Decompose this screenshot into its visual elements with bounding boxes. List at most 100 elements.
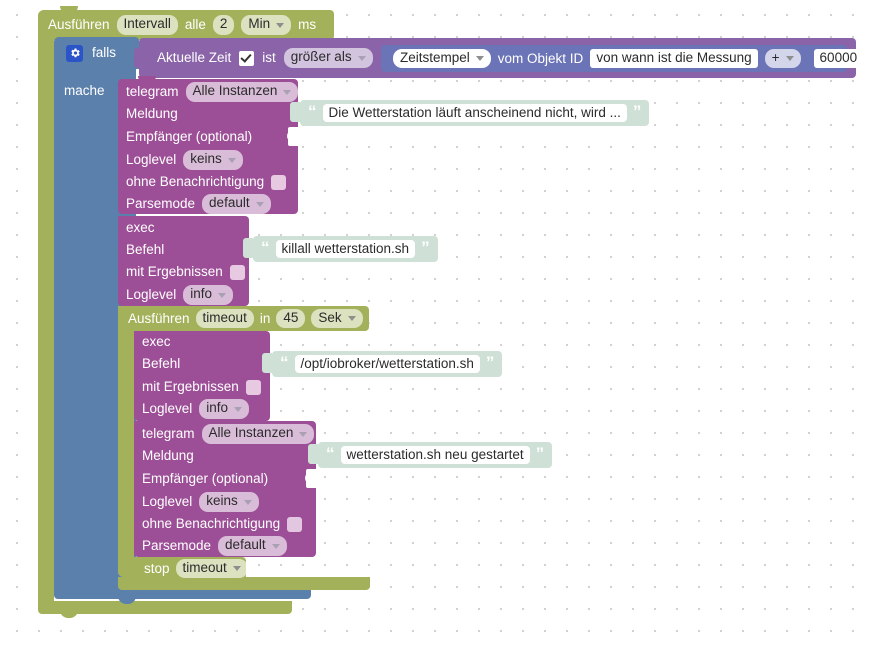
exec-2-loglevel-row[interactable]: Loglevel info [142,399,250,419]
telegram-2-message-row: Meldung [142,447,194,465]
of-object-label: vom Objekt ID [497,50,584,66]
schedule-block-header[interactable]: Ausführen Intervall alle 2 Min ms [38,10,334,40]
timeout-block-header[interactable]: Ausführen timeout in 45 Sek ms [118,306,387,331]
if-block-header[interactable]: falls [54,37,139,69]
exec-1-loglevel-dropdown[interactable]: info [183,285,234,305]
comparison-operator-dropdown[interactable]: größer als [283,48,373,68]
telegram-1-recipient-socket[interactable] [287,127,299,146]
timeout-value-field[interactable]: 45 [276,308,306,329]
close-quote-icon: ” [632,101,642,121]
exec-1-command-label: Befehl [126,242,165,257]
timeout-value: 45 [283,309,299,325]
telegram-1-loglevel-value: keins [190,151,222,167]
chevron-down-icon [283,89,292,95]
close-quote-icon: ” [485,352,495,372]
telegram-2-parsemode-row[interactable]: Parsemode default [142,536,287,556]
exec-2-command-value: /opt/iobroker/wetterstation.sh [294,355,480,373]
telegram-2-loglevel-dropdown[interactable]: keins [199,492,259,512]
open-quote-icon: “ [326,443,335,463]
timestamp-kind-dropdown[interactable]: Zeitstempel [393,48,491,69]
exec-1-command-string[interactable]: “ killall wetterstation.sh ” [253,236,438,262]
timestamp-arith-block[interactable]: Zeitstempel vom Objekt ID von wann ist d… [381,45,864,72]
telegram-1-silent-label: ohne Benachrichtigung [126,174,265,190]
telegram-2-loglevel-row[interactable]: Loglevel keins [142,492,259,512]
telegram-2-silent-row[interactable]: ohne Benachrichtigung [142,515,303,533]
stop-timeout-block[interactable]: stop timeout [134,557,248,580]
telegram-2-message-label: Meldung [142,448,194,463]
schedule-unit-suffix: ms [298,17,317,33]
schedule-value-field[interactable]: 2 [212,15,235,35]
arith-operator-dropdown[interactable]: + [764,48,801,69]
comparison-operator-value: größer als [290,49,352,65]
exec-1-results-row[interactable]: mit Ergebnissen [126,263,245,281]
telegram-2-recipient-socket[interactable] [305,469,317,488]
telegram-2-parsemode-dropdown[interactable]: default [218,536,287,556]
telegram-1-message-value: Die Wetterstation läuft anscheinend nich… [322,104,627,122]
exec-2-command-label: Befehl [142,356,181,371]
blockly-workspace[interactable]: Ausführen Intervall alle 2 Min ms falls … [0,0,874,647]
exec-2-loglevel-dropdown[interactable]: info [199,399,250,419]
timeout-type-field[interactable]: timeout [195,308,254,329]
exec-2-results-row[interactable]: mit Ergebnissen [142,378,261,396]
telegram-2-message-value: wetterstation.sh neu gestartet [340,446,530,464]
telegram-1-parsemode-row[interactable]: Parsemode default [126,194,271,214]
stop-label: stop [144,560,170,576]
telegram-1-silent-row[interactable]: ohne Benachrichtigung [126,173,287,191]
timestamp-kind-value: Zeitstempel [400,49,470,65]
telegram-2-title-row[interactable]: telegram Alle Instanzen [142,424,315,444]
telegram-1-title-row[interactable]: telegram Alle Instanzen [126,82,299,102]
timeout-block-body[interactable] [118,306,134,577]
telegram-1-message-string[interactable]: “ Die Wetterstation läuft anscheinend ni… [300,100,650,126]
arith-operator-value: + [771,49,780,65]
condition-left-socket [134,48,144,68]
chevron-down-icon [234,406,243,412]
condition-checkbox[interactable] [239,50,255,66]
telegram-2-silent-checkbox[interactable] [287,516,303,532]
exec-2-command-socket [262,353,272,373]
telegram-1-message-row: Meldung [126,105,178,123]
arith-operand-field[interactable]: 60000 [813,48,864,69]
exec-1-title-row: exec [126,219,155,237]
exec-2-results-checkbox[interactable] [245,379,261,395]
exec-1-results-label: mit Ergebnissen [126,264,223,280]
exec-1-results-checkbox[interactable] [229,264,245,280]
telegram-1-loglevel-dropdown[interactable]: keins [183,150,243,170]
telegram-1-loglevel-label: Loglevel [126,152,177,168]
open-quote-icon: “ [280,352,289,372]
open-quote-icon: “ [308,101,317,121]
chevron-down-icon [299,431,308,437]
object-id-field[interactable]: von wann ist die Messung [590,48,758,69]
exec-1-command-row: Befehl [126,241,164,259]
telegram-1-recipient-row: Empfänger (optional) [126,128,252,146]
schedule-type-field[interactable]: Intervall [116,15,178,35]
exec-1-loglevel-value: info [190,286,213,302]
telegram-2-instance-dropdown[interactable]: Alle Instanzen [201,424,315,444]
stop-target-dropdown[interactable]: timeout [175,558,248,579]
telegram-1-message-socket [290,102,300,122]
schedule-value: 2 [219,16,228,32]
schedule-block-body[interactable] [38,10,54,614]
telegram-1-parsemode-dropdown[interactable]: default [202,194,271,214]
telegram-1-silent-checkbox[interactable] [271,174,287,190]
chevron-down-icon [785,56,794,61]
chevron-down-icon [227,157,236,163]
telegram-2-parsemode-label: Parsemode [142,538,212,554]
timeout-unit-dropdown[interactable]: Sek [311,308,363,329]
chevron-down-icon [475,56,484,61]
exec-2-command-string[interactable]: “ /opt/iobroker/wetterstation.sh ” [272,351,503,377]
current-time-label: Aktuelle Zeit [157,50,232,66]
gear-icon[interactable] [66,44,83,62]
close-quote-icon: ” [535,443,545,463]
exec-1-loglevel-row[interactable]: Loglevel info [126,285,234,305]
telegram-2-title: telegram [142,426,195,442]
schedule-every-label: alle [184,17,206,33]
telegram-1-instance-dropdown[interactable]: Alle Instanzen [185,82,299,102]
schedule-unit-dropdown[interactable]: Min [241,15,292,35]
telegram-1-loglevel-row[interactable]: Loglevel keins [126,150,243,170]
telegram-1-recipient-label: Empfänger (optional) [126,129,253,144]
if-label: falls [92,45,117,61]
exec-1-title: exec [126,220,155,235]
telegram-2-message-string[interactable]: “ wetterstation.sh neu gestartet ” [318,442,553,468]
exec-1-loglevel-label: Loglevel [126,287,177,303]
exec-2-loglevel-label: Loglevel [142,401,193,417]
